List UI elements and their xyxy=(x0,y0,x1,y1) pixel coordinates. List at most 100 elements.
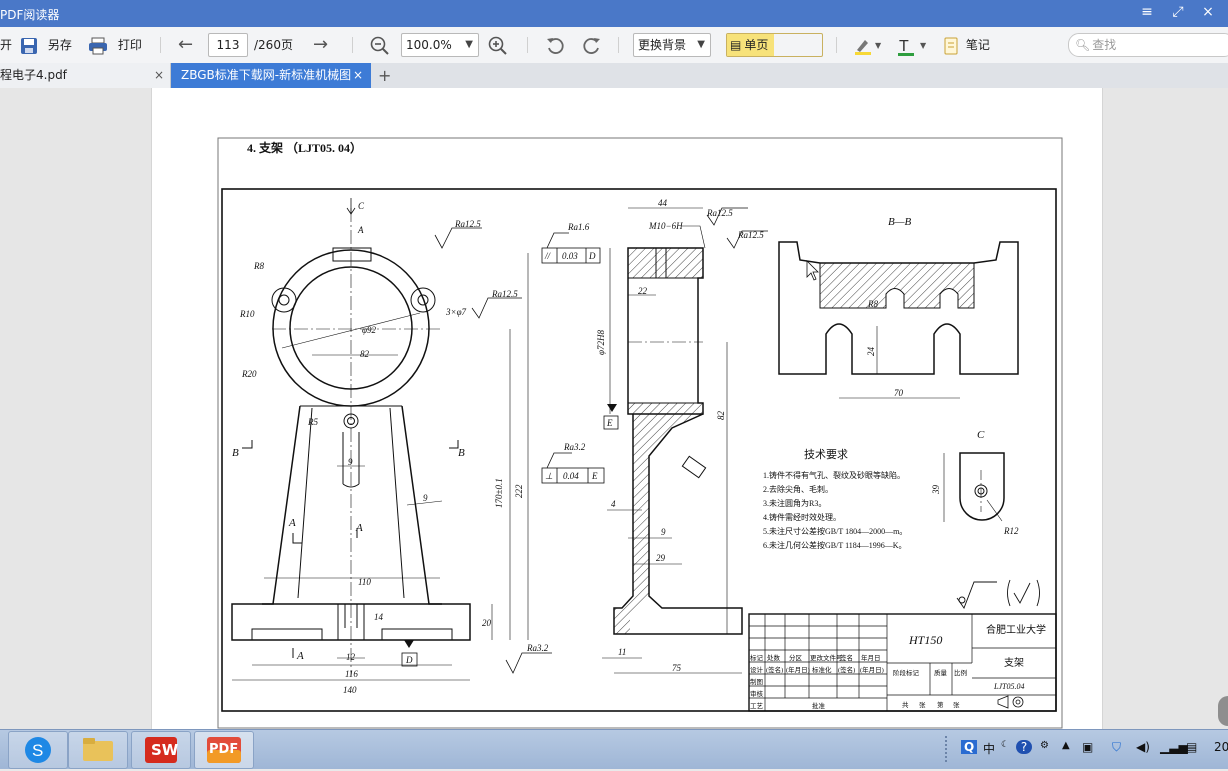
battery-icon[interactable]: ▤ xyxy=(1186,740,1197,754)
dim-110: 110 xyxy=(358,577,371,587)
tech-req-item: 2.去除尖角、毛刺。 xyxy=(763,484,833,494)
notes-button[interactable]: 笔记 xyxy=(943,35,990,55)
text-color-icon[interactable]: T ▼ xyxy=(896,35,930,56)
tb-cell: 签名 xyxy=(840,653,853,662)
ime-search-icon[interactable]: Q xyxy=(961,740,978,754)
tb-label: 设计 xyxy=(750,665,764,674)
svg-text:S: S xyxy=(32,741,43,760)
tray-settings-icon[interactable]: ⚙ xyxy=(1040,740,1049,751)
taskbar-app-pdf[interactable]: PDF xyxy=(194,731,254,769)
front-view xyxy=(231,198,529,681)
rotate-left-icon[interactable] xyxy=(545,35,565,55)
menu-icon[interactable]: ≡ xyxy=(1136,4,1158,20)
close-tab-icon[interactable]: × xyxy=(353,63,363,88)
view-label-a-mid: A xyxy=(355,522,363,534)
tray-divider xyxy=(945,736,953,762)
double-page-button[interactable]: ▥双页 xyxy=(727,56,775,57)
dim-170: 170±0.1 xyxy=(494,478,504,508)
toolbar: 开 另存 打印 ← 113 /260页 → 100.0% ▼ 更换背景 ▼ ▤单页▥… xyxy=(0,27,1228,64)
clock[interactable]: 20 xyxy=(1214,740,1228,754)
dim-82: 82 xyxy=(360,349,370,359)
page-number-input[interactable]: 113 xyxy=(208,33,248,57)
tb-cell: (签名) xyxy=(838,665,855,674)
background-select[interactable]: 更换背景 ▼ xyxy=(633,33,711,57)
volume-icon[interactable]: ◀) xyxy=(1136,740,1150,754)
tb-material: HT150 xyxy=(908,633,942,647)
highlight-icon[interactable]: ▼ xyxy=(853,35,883,55)
print-button[interactable]: 打印 xyxy=(88,35,142,55)
tech-req-item: 3.未注圆角为R3。 xyxy=(763,498,826,508)
roughness-4: Ra12.5 xyxy=(706,208,733,218)
search-input[interactable]: 🔍︎ 查找 xyxy=(1068,33,1228,57)
tb-cell: 标准化 xyxy=(812,665,832,674)
saveas-label: 另存 xyxy=(47,38,72,52)
zoom-in-icon[interactable] xyxy=(488,35,508,55)
zoom-select[interactable]: 100.0% ▼ xyxy=(401,33,479,57)
document-viewer[interactable]: 4. 支架 （LJT05. 04） C A R8 R10 R20 R5 φ92 … xyxy=(0,88,1228,729)
prev-page-icon[interactable]: ← xyxy=(178,35,193,55)
taskbar-app-explorer[interactable] xyxy=(68,731,128,769)
dim-r5: R5 xyxy=(307,417,318,427)
tb-cell: (年月日) xyxy=(860,665,884,674)
side-section-view xyxy=(541,207,768,674)
saveas-button[interactable]: 另存 xyxy=(20,35,72,55)
tech-req-item: 6.未注几何公差按GB/T 1184—1996—K。 xyxy=(763,540,907,550)
printer-icon xyxy=(89,37,107,54)
window-title: PDF阅读器 xyxy=(0,8,60,22)
tech-req-title: 技术要求 xyxy=(804,448,848,461)
dim-14: 14 xyxy=(374,612,384,622)
general-roughness xyxy=(956,579,1040,609)
signal-icon[interactable]: ▁▃▅ xyxy=(1160,740,1188,754)
tb-cell: 批准 xyxy=(812,701,826,710)
tray-expand-icon[interactable]: ▲ xyxy=(1062,740,1070,751)
save-icon xyxy=(21,37,37,54)
rotate-right-icon[interactable] xyxy=(582,35,602,55)
tolerance-ref-1: D xyxy=(588,251,596,261)
svg-text:▼: ▼ xyxy=(920,41,927,50)
projection-symbol xyxy=(997,695,1024,709)
page-mode-toggle: ▤单页▥双页 xyxy=(726,33,823,57)
shield-icon[interactable]: ⛉ xyxy=(1112,740,1121,755)
next-page-icon[interactable]: → xyxy=(313,35,328,55)
ime-language[interactable]: 中 xyxy=(983,740,995,757)
dim-m10: M10−6H xyxy=(648,221,683,231)
close-window-icon[interactable]: × xyxy=(1197,4,1219,20)
close-tab-icon[interactable]: × xyxy=(154,63,164,88)
dim-140: 140 xyxy=(343,685,357,695)
svg-text:T: T xyxy=(899,38,909,55)
new-tab-icon[interactable]: + xyxy=(378,63,394,88)
dim-phi92: φ92 xyxy=(362,325,376,335)
view-label-c: C xyxy=(358,201,365,211)
dim-75: 75 xyxy=(672,663,682,673)
separator xyxy=(618,37,619,53)
zoom-out-icon[interactable] xyxy=(370,35,390,55)
separator xyxy=(160,37,161,53)
chevron-down-icon: ▼ xyxy=(697,39,705,50)
tab-file-2[interactable]: ZBGB标准下载网-新标准机械图 × xyxy=(171,63,371,88)
help-icon[interactable]: ? xyxy=(1016,740,1032,754)
dim-r20: R20 xyxy=(241,369,257,379)
tech-req-item: 1.铸件不得有气孔、裂纹及砂眼等缺陷。 xyxy=(763,470,905,480)
side-panel-handle[interactable] xyxy=(1218,696,1228,726)
view-label-bb: B—B xyxy=(888,216,912,228)
open-button[interactable]: 开 xyxy=(0,35,12,55)
dim-20: 20 xyxy=(482,618,492,628)
dim-44: 44 xyxy=(658,198,668,208)
dim-9c: 9 xyxy=(661,527,666,537)
svg-text:▼: ▼ xyxy=(875,41,882,50)
taskbar-app-sogou[interactable]: S xyxy=(8,731,68,769)
network-device-icon[interactable]: ▣ xyxy=(1082,740,1093,754)
datum-e: E xyxy=(606,418,613,428)
taskbar-app-solidworks[interactable]: SW xyxy=(131,731,191,769)
restore-icon[interactable]: ⤢ xyxy=(1167,4,1189,20)
tb-cell: 第 xyxy=(937,700,944,709)
print-label: 打印 xyxy=(117,38,142,52)
tb-cell: 比例 xyxy=(954,668,967,677)
dim-82b: 82 xyxy=(716,411,726,421)
single-page-button[interactable]: ▤ 单页 xyxy=(727,34,775,56)
dim-11: 11 xyxy=(618,647,626,657)
ime-moon-icon[interactable]: ☾ xyxy=(1001,740,1009,750)
tab-file-1[interactable]: 程电子4.pdf × xyxy=(0,63,171,88)
section-bb-view xyxy=(778,241,1019,399)
tb-label: 制图 xyxy=(750,677,763,686)
